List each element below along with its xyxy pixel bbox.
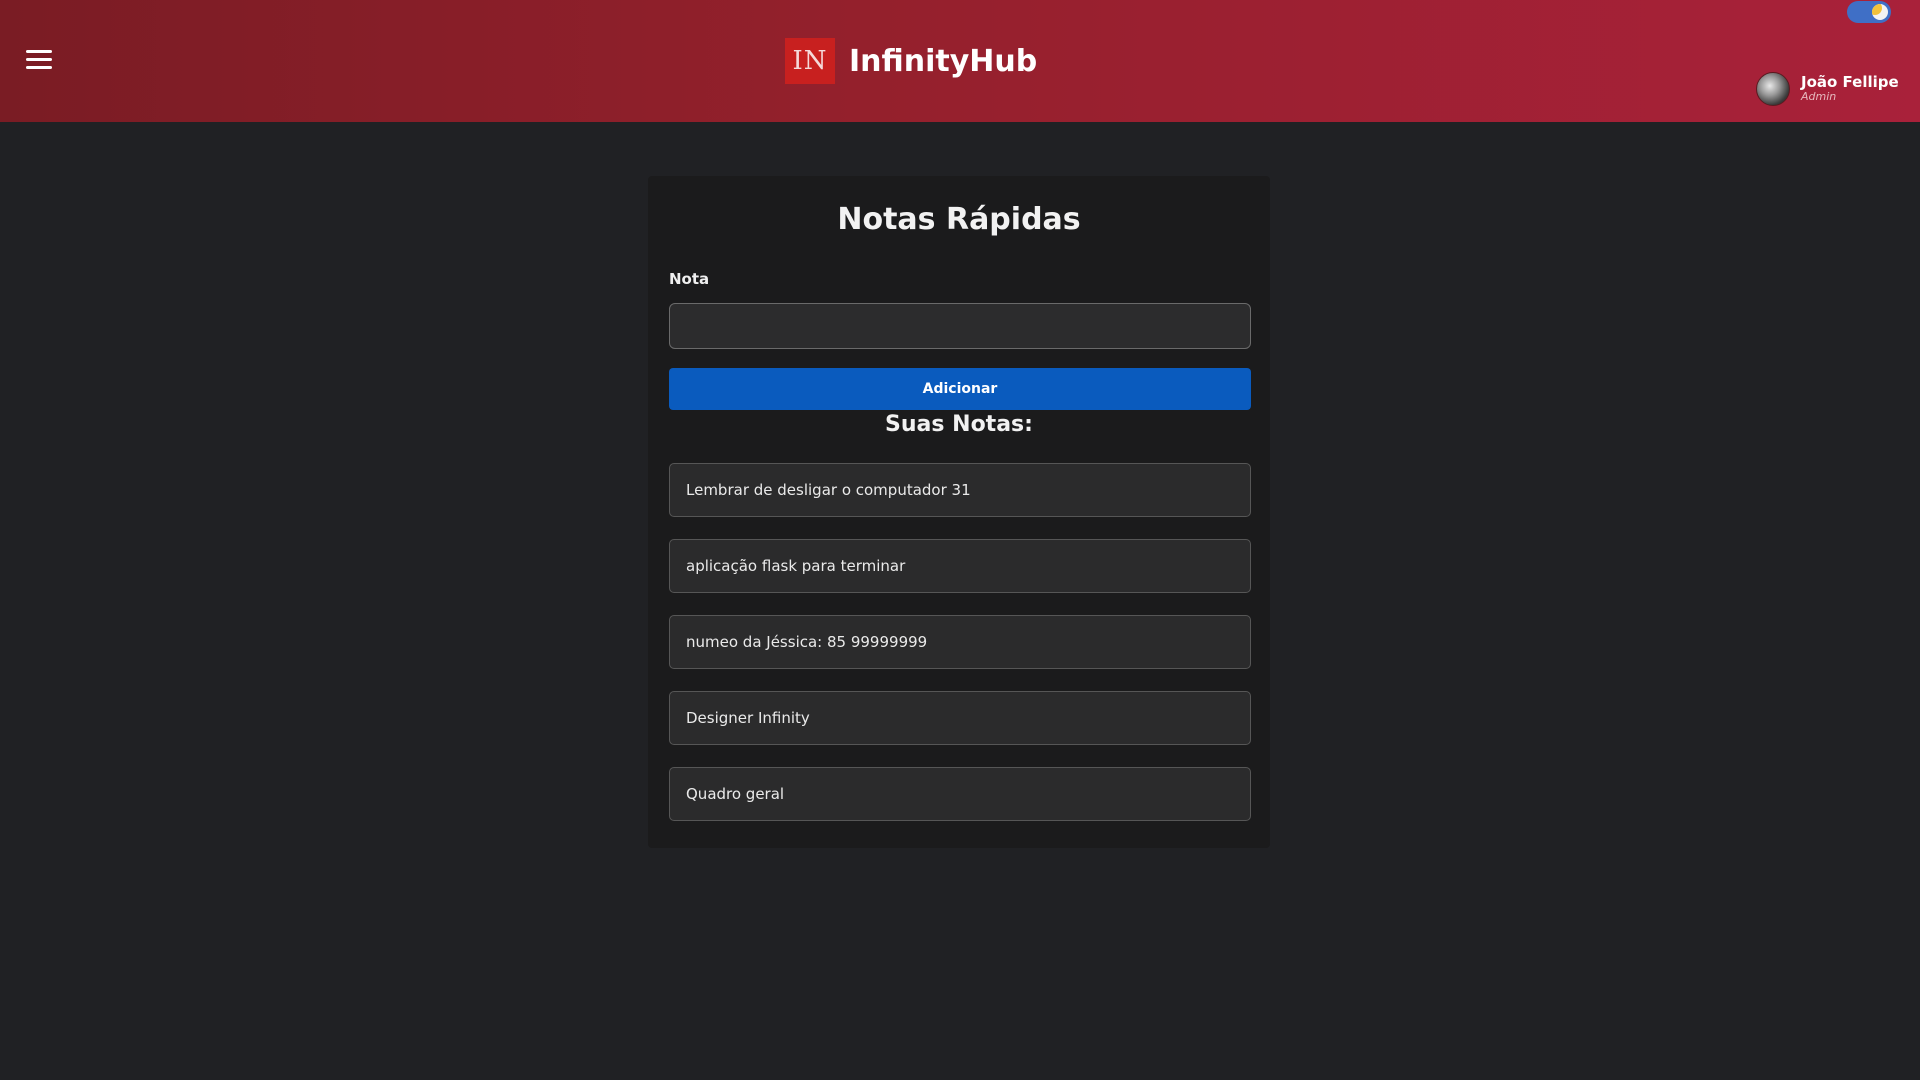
user-name: João Fellipe (1801, 73, 1899, 92)
brand-logo: IN (785, 38, 835, 84)
moon-icon (1872, 4, 1888, 20)
page-title: Notas Rápidas (837, 202, 1081, 237)
note-item[interactable]: Designer Infinity (669, 691, 1251, 745)
notes-heading: Suas Notas: (885, 412, 1033, 437)
add-note-button[interactable]: Adicionar (669, 368, 1251, 410)
note-field-label: Nota (669, 270, 710, 288)
top-navbar: IN InfinityHub João Fellipe Admin (0, 0, 1920, 122)
user-info: João Fellipe Admin (1801, 73, 1899, 104)
note-item[interactable]: Lembrar de desligar o computador 31 (669, 463, 1251, 517)
note-item[interactable]: numeo da Jéssica: 85 99999999 (669, 615, 1251, 669)
notes-card: Notas Rápidas Nota Adicionar Suas Notas:… (648, 176, 1270, 848)
user-profile[interactable]: João Fellipe Admin (1756, 72, 1899, 106)
user-role: Admin (1801, 90, 1837, 104)
avatar (1756, 72, 1790, 106)
notes-list: Lembrar de desligar o computador 31 apli… (669, 463, 1251, 843)
brand[interactable]: IN InfinityHub (785, 38, 1037, 84)
note-item[interactable]: aplicação flask para terminar (669, 539, 1251, 593)
hamburger-menu-icon[interactable] (26, 50, 52, 72)
note-item[interactable]: Quadro geral (669, 767, 1251, 821)
note-input[interactable] (669, 303, 1251, 349)
brand-name: InfinityHub (849, 43, 1038, 79)
theme-toggle[interactable] (1847, 1, 1891, 23)
